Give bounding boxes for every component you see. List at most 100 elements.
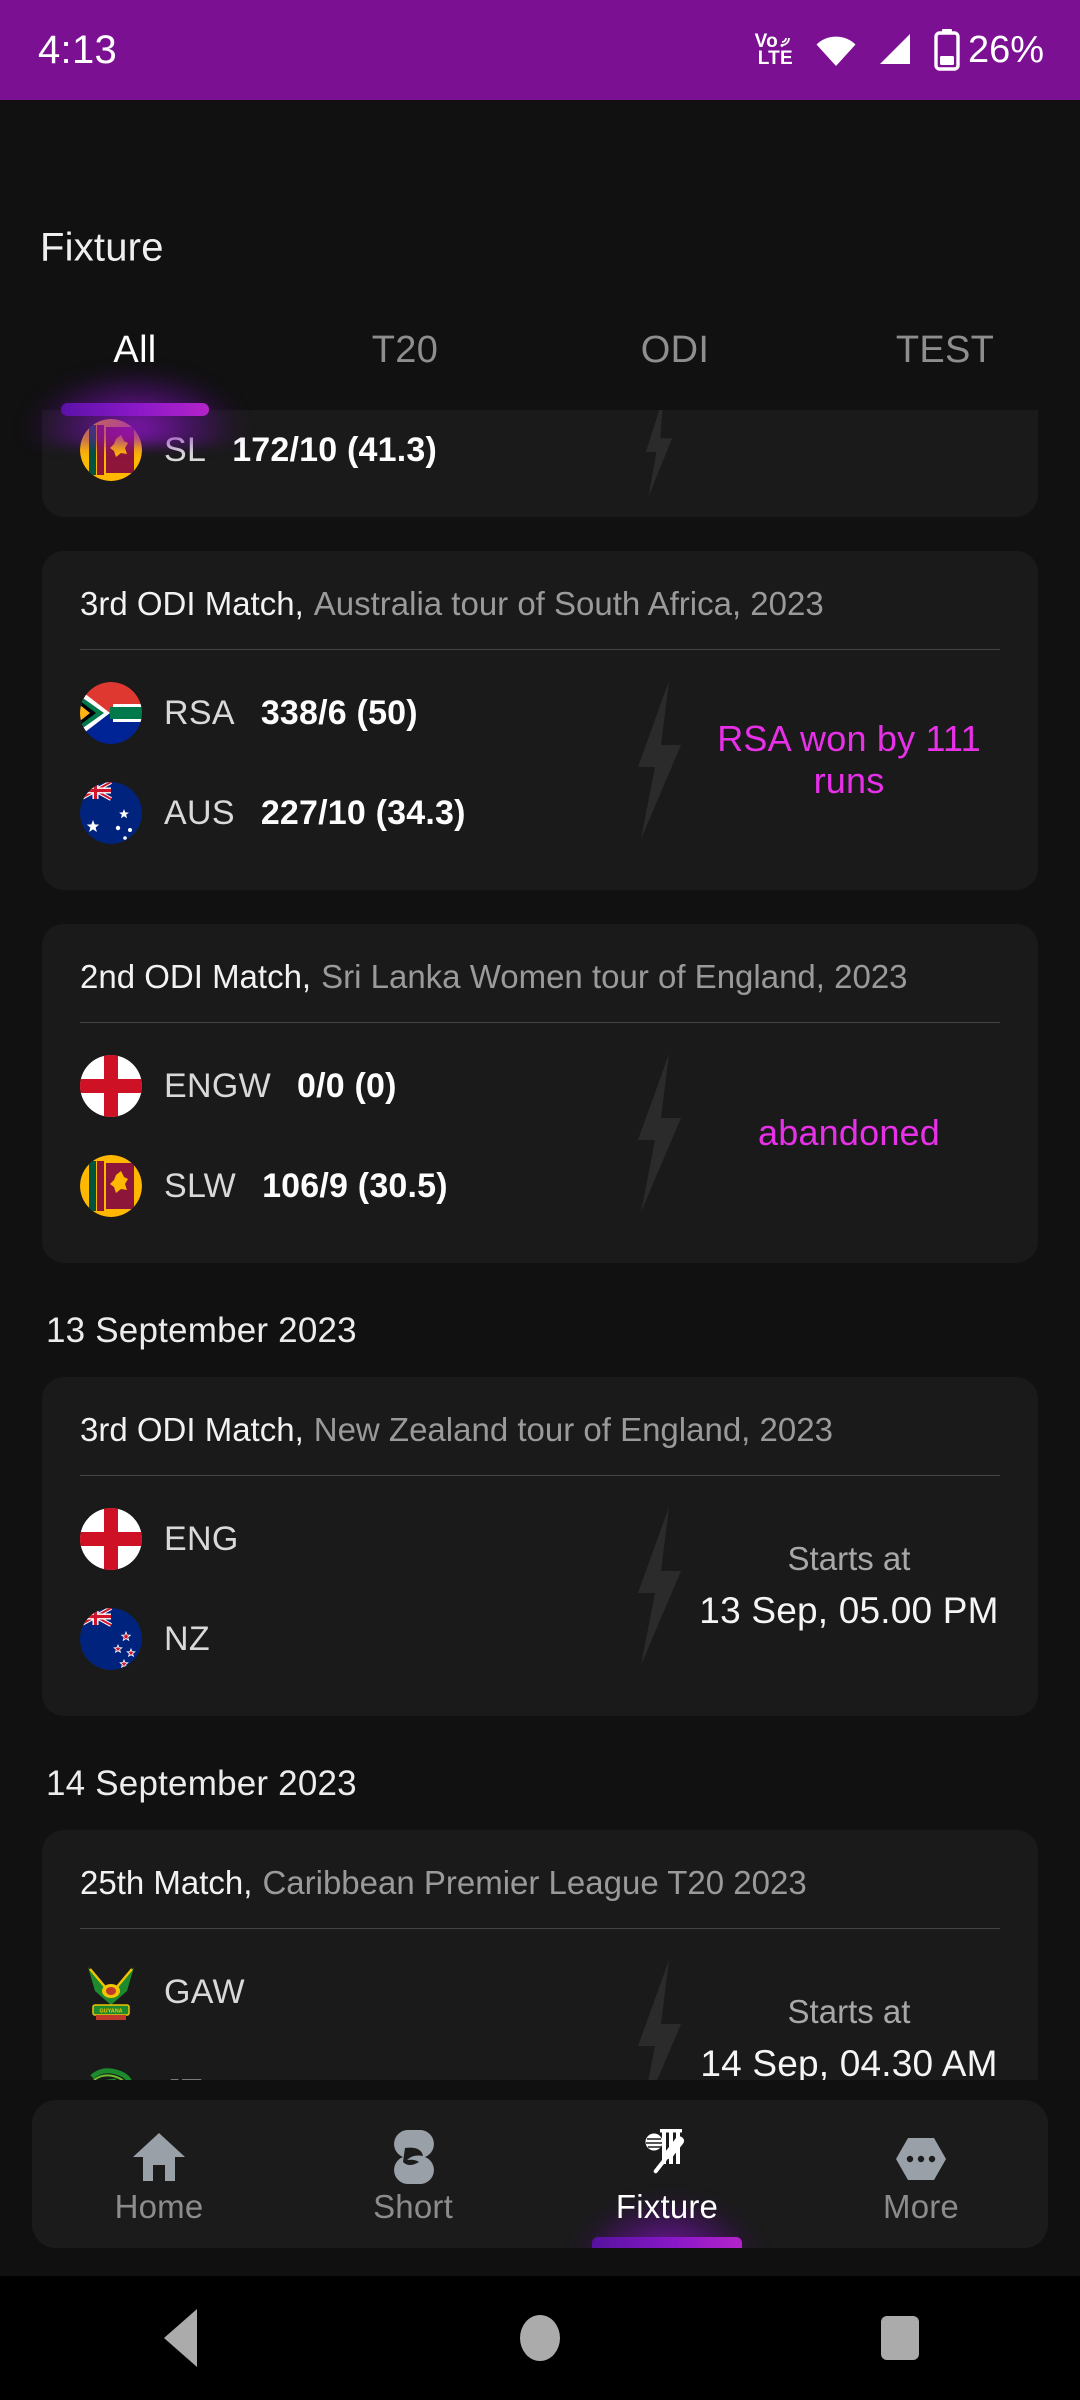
- match-card[interactable]: 3rd ODI Match, Australia tour of South A…: [42, 551, 1038, 890]
- team-code: JT: [164, 2073, 202, 2081]
- tab-t20-label: T20: [371, 328, 439, 371]
- tab-odi[interactable]: ODI: [540, 290, 810, 410]
- flag-england: [80, 1055, 142, 1117]
- app-screen: 4:13 Vo LTE 26% Fixture All T20 ODI TEST…: [0, 0, 1080, 2400]
- battery-percent: 26%: [967, 28, 1044, 71]
- match-number: 2nd ODI Match,: [80, 958, 312, 995]
- lightning-bolt-icon: [620, 668, 698, 852]
- battery-icon: [934, 29, 960, 71]
- nav-item-fixture[interactable]: Fixture: [540, 2100, 794, 2248]
- status-bar-icons: Vo LTE 26%: [755, 29, 1044, 72]
- tab-test[interactable]: TEST: [810, 290, 1080, 410]
- team-code: GAW: [164, 1972, 245, 2011]
- match-series: Australia tour of South Africa, 2023: [313, 585, 824, 622]
- nav-item-fixture-label: Fixture: [615, 2188, 719, 2225]
- home-icon: [131, 2122, 187, 2184]
- system-back-button[interactable]: [80, 2276, 280, 2400]
- team-list: ENGW 0/0 (0) SLW 106/9 (30.5): [80, 1041, 620, 1225]
- team-code: NZ: [164, 1619, 210, 1658]
- match-card[interactable]: 3rd ODI Match, New Zealand tour of Engla…: [42, 1377, 1038, 1716]
- page-title: Fixture: [40, 225, 164, 270]
- logo-guyana-amazon-warriors: GUYANA: [80, 1961, 142, 2023]
- bottom-navigation-bar: Home Short Fixture More: [32, 2100, 1048, 2248]
- team-list: RSA 338/6 (50) AUS 227/10 (34.3): [80, 668, 620, 852]
- team-score: 106/9 (30.5): [262, 1166, 448, 1205]
- team-score: 227/10 (34.3): [260, 793, 466, 832]
- cellular-signal-icon: [879, 34, 910, 64]
- match-card[interactable]: 25th Match, Caribbean Premier League T20…: [42, 1830, 1038, 2080]
- match-card-body: GUYANA GAW Starts at 14 Sep, 04.30 AM: [42, 1929, 1038, 2080]
- match-number: 25th Match,: [80, 1864, 253, 1901]
- match-status: abandoned: [698, 1041, 1000, 1225]
- lightning-bolt-icon: [620, 1947, 698, 2080]
- logo-jamaica-tallawahs: TALLAWAHS: [80, 2061, 142, 2080]
- team-list: GUYANA GAW: [80, 1947, 620, 2080]
- nav-item-more[interactable]: More: [794, 2100, 1048, 2248]
- match-card-header: 2nd ODI Match, Sri Lanka Women tour of E…: [42, 924, 1038, 996]
- date-header: 14 September 2023: [46, 1764, 357, 1803]
- more-icon: [894, 2122, 948, 2184]
- match-card-body: ENGW 0/0 (0) SLW 106/9 (30.5) abandoned: [42, 1023, 1038, 1253]
- tab-test-label: TEST: [895, 328, 995, 371]
- flag-england: [80, 1508, 142, 1570]
- team-row: TALLAWAHS JT: [80, 2057, 620, 2080]
- team-row: NZ: [80, 1604, 620, 1674]
- nav-active-indicator: [592, 2237, 742, 2248]
- match-card-header: 3rd ODI Match, New Zealand tour of Engla…: [42, 1377, 1038, 1449]
- date-header: 13 September 2023: [46, 1311, 357, 1350]
- wifi-icon: [816, 36, 856, 66]
- nav-item-more-label: More: [883, 2188, 959, 2225]
- match-card-body: ENG NZ Starts at 13 Sep, 05.00 PM: [42, 1476, 1038, 1706]
- volte-icon: Vo LTE: [755, 31, 796, 68]
- match-status: RSA won by 111 runs: [698, 668, 1000, 852]
- tab-odi-label: ODI: [640, 328, 710, 371]
- tab-t20[interactable]: T20: [270, 290, 540, 410]
- lightning-bolt-icon: [620, 1041, 698, 1225]
- team-score: 338/6 (50): [260, 693, 418, 732]
- team-row: RSA 338/6 (50): [80, 678, 620, 748]
- team-code: RSA: [164, 693, 235, 732]
- nav-item-short[interactable]: Short: [286, 2100, 540, 2248]
- battery-status: 26%: [934, 29, 1044, 72]
- nav-item-short-label: Short: [373, 2188, 453, 2225]
- starts-at-value: 14 Sep, 04.30 AM: [700, 2043, 998, 2080]
- nav-item-home[interactable]: Home: [32, 2100, 286, 2248]
- lightning-bolt-icon: [620, 1494, 698, 1678]
- system-navigation-bar: [0, 2276, 1080, 2400]
- recents-square-icon: [881, 2316, 919, 2360]
- team-score: 0/0 (0): [296, 1066, 397, 1105]
- app-bar: Fixture: [0, 100, 1080, 290]
- lightning-bolt-icon: [620, 410, 698, 497]
- fixture-list[interactable]: SL 172/10 (41.3) 3rd ODI Match, Australi…: [0, 410, 1080, 2080]
- match-number: 3rd ODI Match,: [80, 585, 304, 622]
- flag-new-zealand: [80, 1608, 142, 1670]
- tab-all-label: All: [113, 328, 157, 371]
- match-result: abandoned: [758, 1112, 940, 1153]
- match-status: Starts at 14 Sep, 04.30 AM: [698, 1947, 1000, 2080]
- flag-australia: [80, 782, 142, 844]
- team-row: SLW 106/9 (30.5): [80, 1151, 620, 1221]
- flag-sri-lanka: [80, 1155, 142, 1217]
- match-series: Sri Lanka Women tour of England, 2023: [321, 958, 908, 995]
- match-card[interactable]: 2nd ODI Match, Sri Lanka Women tour of E…: [42, 924, 1038, 1263]
- starts-at-label: Starts at: [787, 1540, 911, 1577]
- team-code: AUS: [164, 793, 235, 832]
- tab-active-indicator: [61, 403, 209, 416]
- team-code: ENGW: [164, 1066, 271, 1105]
- format-tab-bar: All T20 ODI TEST: [0, 290, 1080, 446]
- team-row: ENG: [80, 1504, 620, 1574]
- tab-all[interactable]: All: [0, 290, 285, 446]
- match-series: Caribbean Premier League T20 2023: [262, 1864, 807, 1901]
- system-recents-button[interactable]: [800, 2276, 1000, 2400]
- team-row: GUYANA GAW: [80, 1957, 620, 2027]
- status-bar: 4:13 Vo LTE 26%: [0, 0, 1080, 100]
- match-card-header: 25th Match, Caribbean Premier League T20…: [42, 1830, 1038, 1902]
- match-status: [698, 410, 1000, 497]
- starts-at-label: Starts at: [787, 1993, 911, 2030]
- status-bar-clock: 4:13: [38, 27, 118, 72]
- match-status: Starts at 13 Sep, 05.00 PM: [698, 1494, 1000, 1678]
- system-home-button[interactable]: [440, 2276, 640, 2400]
- match-card-header: 3rd ODI Match, Australia tour of South A…: [42, 551, 1038, 623]
- match-series: New Zealand tour of England, 2023: [313, 1411, 833, 1448]
- team-list: ENG NZ: [80, 1494, 620, 1678]
